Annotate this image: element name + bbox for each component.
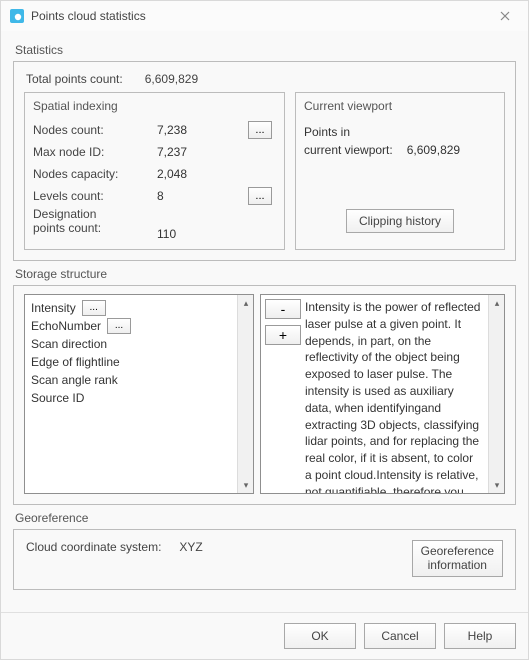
section-label-georeference: Georeference <box>15 511 516 525</box>
max-node-id-label: Max node ID: <box>33 145 151 159</box>
storage-description-box: - + Intensity is the power of reflected … <box>260 294 505 494</box>
nodes-capacity-label: Nodes capacity: <box>33 167 151 181</box>
list-item[interactable]: Source ID <box>31 389 231 407</box>
scrollbar[interactable]: ▴ ▾ <box>237 295 253 493</box>
close-button[interactable] <box>490 1 520 31</box>
spatial-indexing-group: Spatial indexing Nodes count: 7,238 ... … <box>24 92 285 250</box>
dialog-footer: OK Cancel Help <box>1 612 528 659</box>
list-item-label: Scan angle rank <box>31 373 118 387</box>
storage-fields-listbox[interactable]: Intensity...EchoNumber...Scan directionE… <box>24 294 254 494</box>
storage-structure-group: Intensity...EchoNumber...Scan directionE… <box>13 285 516 505</box>
spatial-indexing-title: Spatial indexing <box>33 99 276 113</box>
collapse-button[interactable]: - <box>265 299 301 319</box>
statistics-group: Total points count: 6,609,829 Spatial in… <box>13 61 516 261</box>
section-label-statistics: Statistics <box>15 43 516 57</box>
scroll-up-icon[interactable]: ▴ <box>238 295 254 311</box>
scroll-up-icon[interactable]: ▴ <box>489 295 505 311</box>
list-item-label: Source ID <box>31 391 84 405</box>
designation-points-value: 110 <box>157 227 242 241</box>
nodes-capacity-value: 2,048 <box>157 167 242 181</box>
window-title: Points cloud statistics <box>31 9 490 23</box>
help-button[interactable]: Help <box>444 623 516 649</box>
list-item[interactable]: Scan direction <box>31 335 231 353</box>
dialog-window: Points cloud statistics Statistics Total… <box>0 0 529 660</box>
current-viewport-group: Current viewport Points in current viewp… <box>295 92 505 250</box>
nodes-count-more-button[interactable]: ... <box>248 121 272 139</box>
viewport-points-value: 6,609,829 <box>407 141 460 159</box>
list-item-more-button[interactable]: ... <box>107 318 131 334</box>
list-item[interactable]: Scan angle rank <box>31 371 231 389</box>
list-item-label: Scan direction <box>31 337 107 351</box>
total-points-row: Total points count: 6,609,829 <box>24 70 505 92</box>
max-node-id-value: 7,237 <box>157 145 242 159</box>
viewport-points-label: Points in current viewport: 6,609,829 <box>304 119 496 163</box>
list-item[interactable]: EchoNumber... <box>31 317 231 335</box>
section-label-storage: Storage structure <box>15 267 516 281</box>
expand-button[interactable]: + <box>265 325 301 345</box>
coordinate-system-label: Cloud coordinate system: <box>26 540 161 554</box>
nodes-count-value: 7,238 <box>157 123 242 137</box>
list-item-more-button[interactable]: ... <box>82 300 106 316</box>
scrollbar[interactable]: ▴ ▾ <box>488 295 504 493</box>
georeference-group: Cloud coordinate system: XYZ Georeferenc… <box>13 529 516 590</box>
dialog-body: Statistics Total points count: 6,609,829… <box>1 31 528 612</box>
scroll-down-icon[interactable]: ▾ <box>489 477 505 493</box>
list-item-label: Edge of flightline <box>31 355 120 369</box>
nodes-count-label: Nodes count: <box>33 123 151 137</box>
levels-count-label: Levels count: <box>33 189 151 203</box>
list-item-label: EchoNumber <box>31 319 101 333</box>
app-icon <box>9 8 25 24</box>
georeference-info-button[interactable]: Georeferenceinformation <box>412 540 503 577</box>
clipping-history-button[interactable]: Clipping history <box>346 209 454 233</box>
levels-count-more-button[interactable]: ... <box>248 187 272 205</box>
ok-button[interactable]: OK <box>284 623 356 649</box>
list-item-label: Intensity <box>31 301 76 315</box>
coordinate-system-value: XYZ <box>179 540 202 554</box>
cancel-button[interactable]: Cancel <box>364 623 436 649</box>
scroll-down-icon[interactable]: ▾ <box>238 477 254 493</box>
designation-points-label: Designation points count: <box>33 207 151 235</box>
current-viewport-title: Current viewport <box>304 99 496 113</box>
list-item[interactable]: Intensity... <box>31 299 231 317</box>
total-points-label: Total points count: <box>26 72 123 86</box>
total-points-value: 6,609,829 <box>145 72 198 86</box>
titlebar: Points cloud statistics <box>1 1 528 31</box>
list-item[interactable]: Edge of flightline <box>31 353 231 371</box>
levels-count-value: 8 <box>157 189 242 203</box>
